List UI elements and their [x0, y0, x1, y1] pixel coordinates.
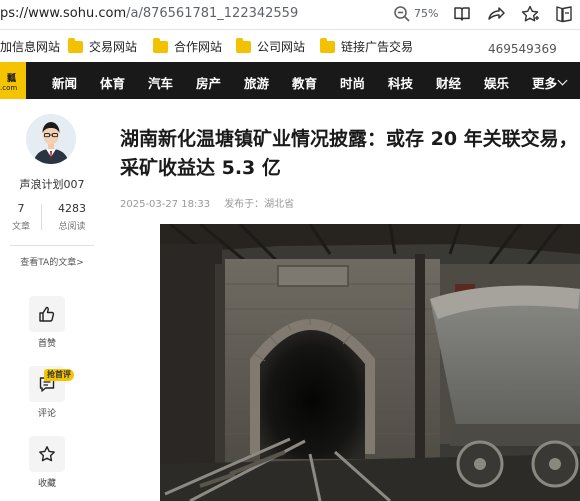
- bookmark-info-sites[interactable]: 加信息网站: [0, 38, 60, 55]
- author-avatar[interactable]: [26, 114, 76, 164]
- reads-label: 总阅读: [58, 222, 86, 232]
- thumbs-up-icon: [39, 306, 55, 322]
- collect-button[interactable]: [29, 436, 65, 472]
- collect-label: 收藏: [37, 479, 56, 489]
- folder-icon: [68, 37, 83, 53]
- nav-fashion[interactable]: 时尚: [340, 73, 365, 92]
- stat-divider: [41, 204, 42, 230]
- chevron-down-icon: [557, 75, 568, 86]
- nav-entertainment[interactable]: 娱乐: [484, 73, 509, 92]
- publish-location: 发布于：湖北省: [224, 199, 295, 210]
- url-text[interactable]: ps://www.sohu.com/a/876561781_122342559: [0, 6, 298, 21]
- nav-tech[interactable]: 科技: [388, 73, 413, 92]
- publish-date: 2025-03-27 18:33: [120, 199, 211, 210]
- articles-label: 文章: [11, 222, 30, 232]
- bookmark-company-sites[interactable]: 公司网站: [236, 37, 305, 55]
- nav-education[interactable]: 教育: [292, 73, 317, 92]
- reads-count: 4283: [58, 202, 86, 215]
- site-nav: 瓢 .com 新闻 体育 汽车 房产 旅游 教育 时尚 科技 财经 娱乐 更多: [0, 62, 580, 99]
- articles-count: 7: [17, 202, 25, 215]
- sohu-logo[interactable]: 瓢 .com: [0, 62, 26, 99]
- zoom-out-icon[interactable]: [393, 5, 411, 23]
- folder-icon: [320, 37, 335, 53]
- divider: [10, 245, 94, 246]
- folder-icon: [153, 37, 168, 53]
- star-icon[interactable]: [520, 4, 540, 24]
- bookmark-link-ads[interactable]: 链接广告交易: [320, 37, 413, 55]
- nav-more[interactable]: 更多: [532, 73, 557, 92]
- nav-travel[interactable]: 旅游: [244, 73, 269, 92]
- share-icon[interactable]: [486, 4, 506, 24]
- address-bar[interactable]: ps://www.sohu.com/a/876561781_122342559 …: [0, 0, 580, 30]
- collections-icon[interactable]: [554, 4, 574, 24]
- bookmark-partner-sites[interactable]: 合作网站: [153, 37, 222, 55]
- bookmark-trade-sites[interactable]: 交易网站: [68, 37, 137, 55]
- view-author-articles-link[interactable]: 查看TA的文章>: [10, 255, 94, 268]
- zoom-level: 75%: [414, 7, 439, 20]
- nav-sports[interactable]: 体育: [100, 73, 125, 92]
- article-meta: 2025-03-27 18:33 发布于：湖北省: [120, 195, 294, 210]
- star-icon: [39, 446, 55, 462]
- folder-icon: [236, 37, 251, 53]
- article-title: 湖南新化温塘镇矿业情况披露：或存 20 年关联交易，采矿收益达 5.3 亿: [120, 128, 578, 179]
- bookmarks-number: 469549369: [488, 42, 557, 56]
- author-name[interactable]: 声浪计划007: [12, 176, 92, 192]
- like-label: 首赞: [37, 339, 56, 349]
- like-button[interactable]: [29, 296, 65, 332]
- nav-auto[interactable]: 汽车: [148, 73, 173, 92]
- article-photo-mine-entrance: [160, 224, 580, 501]
- comment-label: 评论: [37, 409, 56, 419]
- nav-realestate[interactable]: 房产: [196, 73, 221, 92]
- first-comment-badge: 抢首评: [44, 369, 74, 381]
- nav-news[interactable]: 新闻: [52, 73, 77, 92]
- reader-icon[interactable]: [452, 4, 472, 24]
- nav-finance[interactable]: 财经: [436, 73, 461, 92]
